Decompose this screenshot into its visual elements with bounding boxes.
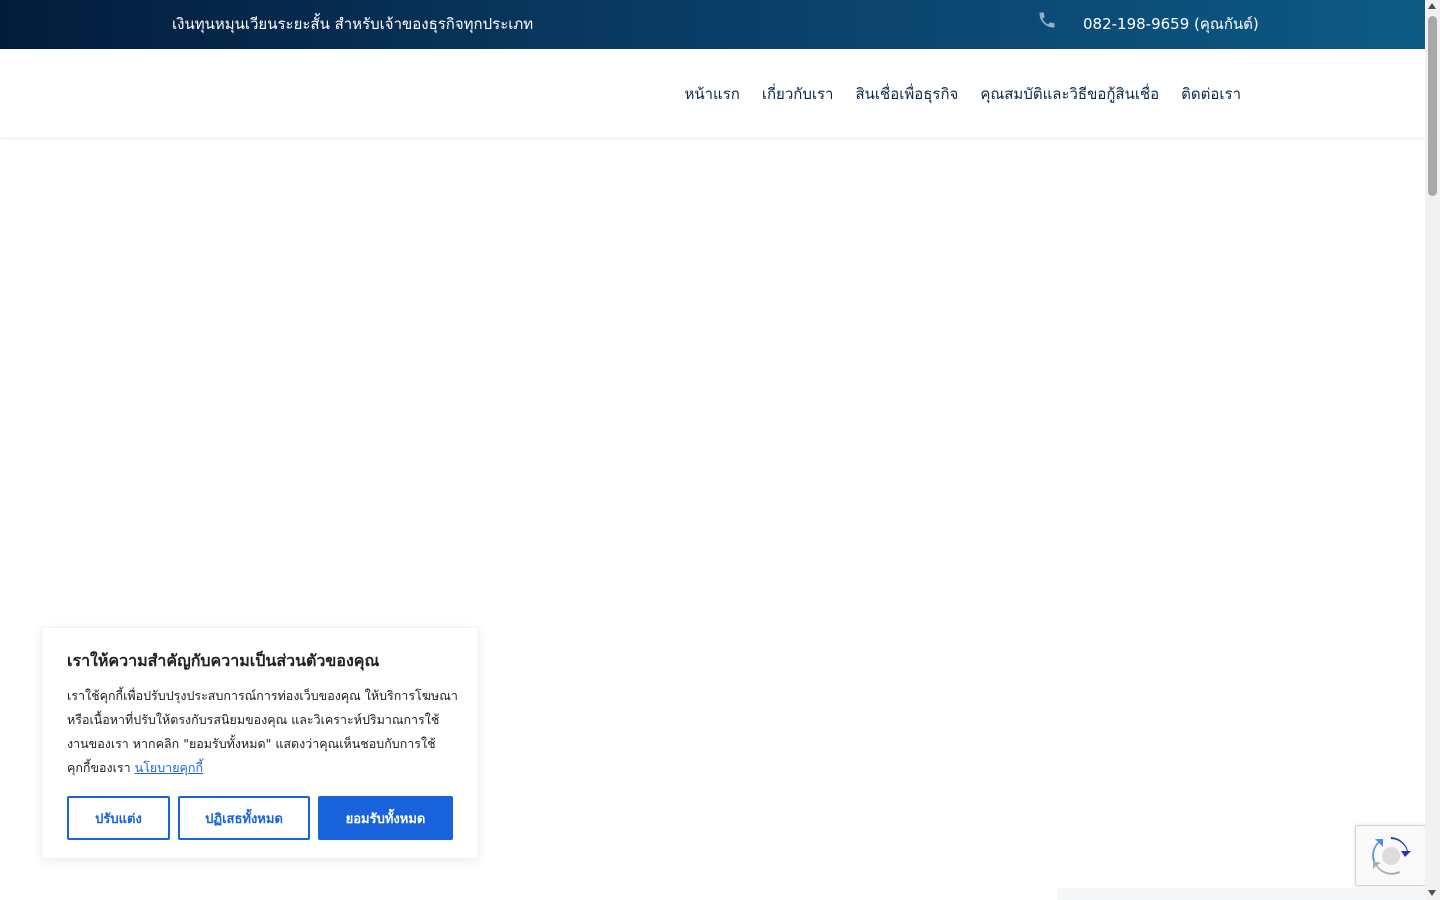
reject-all-button[interactable]: ปฏิเสธทั้งหมด — [178, 796, 310, 840]
cookie-description: เราใช้คุกกี้เพื่อปรับปรุงประสบการณ์การท่… — [67, 684, 459, 780]
cookie-consent-banner: เราให้ความสำคัญกับความเป็นส่วนตัวของคุณ … — [41, 627, 479, 859]
nav-item-about[interactable]: เกี่ยวกับเรา — [762, 82, 834, 106]
nav-item-home[interactable]: หน้าแรก — [684, 82, 739, 106]
cookie-title: เราให้ความสำคัญกับความเป็นส่วนตัวของคุณ — [67, 651, 380, 670]
nav-item-qualifications[interactable]: คุณสมบัติและวิธีขอกู้สินเชื่อ — [980, 82, 1159, 106]
phone-number[interactable]: 082-198-9659 (คุณกันต์) — [1083, 12, 1259, 36]
cookie-policy-link[interactable]: นโยบายคุกกี้ — [135, 760, 203, 775]
footer-strip — [1057, 888, 1425, 900]
vertical-scrollbar[interactable] — [1425, 0, 1440, 900]
recaptcha-badge[interactable] — [1355, 825, 1426, 886]
scroll-down-arrow-icon[interactable] — [1428, 890, 1436, 896]
nav-item-contact[interactable]: ติดต่อเรา — [1181, 82, 1241, 106]
topbar-tagline: เงินทุนหมุนเวียนระยะสั้น สำหรับเจ้าของธุ… — [172, 15, 534, 33]
scrollbar-thumb[interactable] — [1428, 16, 1437, 196]
nav-item-business-loans[interactable]: สินเชื่อเพื่อธุรกิจ — [855, 82, 958, 106]
scroll-up-arrow-icon[interactable] — [1428, 3, 1436, 9]
accept-all-button[interactable]: ยอมรับทั้งหมด — [318, 796, 453, 840]
customize-button[interactable]: ปรับแต่ง — [67, 796, 170, 840]
cookie-actions: ปรับแต่ง ปฏิเสธทั้งหมด ยอมรับทั้งหมด — [67, 796, 453, 840]
main-navigation: หน้าแรก เกี่ยวกับเรา สินเชื่อเพื่อธุรกิจ… — [0, 49, 1425, 139]
cookie-body-text: เราใช้คุกกี้เพื่อปรับปรุงประสบการณ์การท่… — [67, 688, 458, 775]
recaptcha-icon — [1372, 837, 1411, 875]
nav-menu: หน้าแรก เกี่ยวกับเรา สินเชื่อเพื่อธุรกิจ… — [684, 82, 1241, 106]
top-bar: เงินทุนหมุนเวียนระยะสั้น สำหรับเจ้าของธุ… — [0, 0, 1425, 49]
phone-icon — [1037, 10, 1057, 30]
